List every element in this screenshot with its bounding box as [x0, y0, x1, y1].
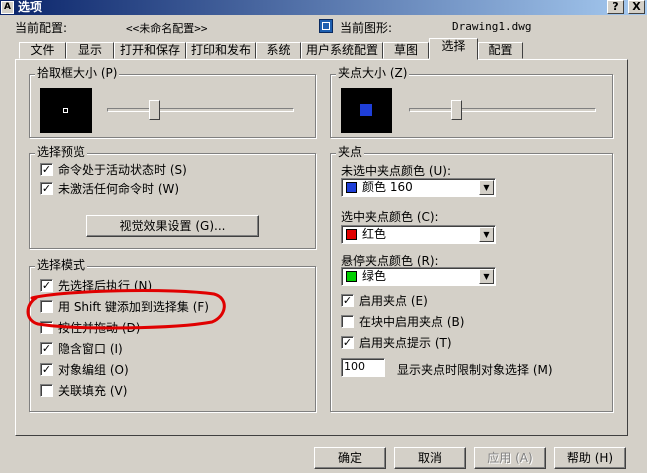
pickbox-label: 拾取框大小 (P)	[35, 66, 120, 80]
selected-grip-color-combo[interactable]: 红色 ▼	[341, 225, 496, 244]
pickbox-slider-thumb[interactable]	[148, 100, 160, 120]
grip-preview-square	[360, 104, 372, 116]
tab-system[interactable]: 系统	[256, 42, 301, 59]
check-icon: ✓	[342, 336, 353, 349]
chevron-down-icon[interactable]: ▼	[479, 269, 494, 284]
pickbox-square	[63, 108, 68, 113]
object-grouping-label: 对象编组 (O)	[58, 363, 129, 377]
associative-hatch-checkbox[interactable]	[40, 384, 53, 397]
color-swatch	[346, 182, 357, 193]
check-icon: ✓	[41, 163, 52, 176]
implied-window-label: 隐含窗口 (I)	[58, 342, 123, 356]
close-button[interactable]: X	[628, 0, 645, 14]
tab-user-preferences[interactable]: 用户系统配置	[301, 42, 383, 59]
enable-grips-label: 启用夹点 (E)	[359, 294, 428, 308]
tab-plot-publish[interactable]: 打印和发布	[186, 42, 256, 59]
tab-display[interactable]: 显示	[66, 42, 114, 59]
selected-grip-color-label: 选中夹点颜色 (C):	[341, 210, 439, 224]
cancel-button[interactable]: 取消	[394, 447, 466, 469]
check-icon: ✓	[41, 363, 52, 376]
pickbox-preview	[40, 88, 92, 133]
implied-window-checkbox[interactable]: ✓	[40, 342, 53, 355]
app-icon: A	[1, 1, 14, 14]
tab-files[interactable]: 文件	[19, 42, 66, 59]
annotation-ellipse	[26, 289, 226, 330]
selection-preview-label: 选择预览	[35, 145, 88, 159]
help-title-button[interactable]: ?	[607, 0, 624, 14]
selected-grip-color-value: 红色	[362, 227, 387, 241]
tab-selection[interactable]: 选择	[429, 38, 478, 60]
chevron-down-icon[interactable]: ▼	[479, 227, 494, 242]
check-icon: ✓	[41, 342, 52, 355]
ok-button[interactable]: 确定	[314, 447, 386, 469]
drawing-icon	[319, 19, 333, 33]
chevron-down-icon[interactable]: ▼	[479, 180, 494, 195]
apply-button[interactable]: 应用 (A)	[474, 447, 546, 469]
unselected-grip-color-value: 颜色 160	[362, 180, 413, 194]
unselected-grip-color-combo[interactable]: 颜色 160 ▼	[341, 178, 496, 197]
title-bar: A 选项 ? X	[0, 0, 647, 15]
grip-preview	[341, 88, 392, 133]
grip-slider-thumb[interactable]	[450, 100, 462, 120]
selection-mode-label: 选择模式	[35, 258, 88, 272]
current-drawing-label: 当前图形:	[340, 21, 393, 35]
grips-in-blocks-label: 在块中启用夹点 (B)	[359, 315, 465, 329]
check-icon: ✓	[41, 182, 52, 195]
no-command-label: 未激活任何命令时 (W)	[58, 182, 180, 196]
help-button[interactable]: 帮助 (H)	[554, 447, 626, 469]
visual-effects-button[interactable]: 视觉效果设置 (G)...	[86, 215, 259, 237]
associative-hatch-label: 关联填充 (V)	[58, 384, 128, 398]
color-swatch	[346, 271, 357, 282]
pickbox-slider-track	[107, 108, 294, 112]
grip-limit-label: 显示夹点时限制对象选择 (M)	[397, 363, 553, 377]
grip-size-label: 夹点大小 (Z)	[336, 66, 410, 80]
active-command-label: 命令处于活动状态时 (S)	[58, 163, 187, 177]
hover-grip-color-combo[interactable]: 绿色 ▼	[341, 267, 496, 286]
current-drawing-value: Drawing1.dwg	[452, 20, 532, 33]
hover-grip-color-value: 绿色	[362, 269, 387, 283]
grips-in-blocks-checkbox[interactable]	[341, 315, 354, 328]
grip-tips-checkbox[interactable]: ✓	[341, 336, 354, 349]
tab-open-save[interactable]: 打开和保存	[114, 42, 186, 59]
active-command-checkbox[interactable]: ✓	[40, 163, 53, 176]
enable-grips-checkbox[interactable]: ✓	[341, 294, 354, 307]
check-icon: ✓	[342, 294, 353, 307]
unselected-grip-color-label: 未选中夹点颜色 (U):	[341, 164, 452, 178]
grips-label: 夹点	[336, 145, 365, 159]
current-profile-value: <<未命名配置>>	[126, 22, 208, 35]
window-title: 选项	[18, 0, 43, 14]
color-swatch	[346, 229, 357, 240]
grip-limit-input[interactable]: 100	[341, 358, 385, 377]
object-grouping-checkbox[interactable]: ✓	[40, 363, 53, 376]
current-profile-label: 当前配置:	[15, 21, 68, 35]
no-command-checkbox[interactable]: ✓	[40, 182, 53, 195]
grip-slider-track	[409, 108, 596, 112]
grip-tips-label: 启用夹点提示 (T)	[359, 336, 452, 350]
tab-drafting[interactable]: 草图	[383, 42, 429, 59]
tab-profiles[interactable]: 配置	[478, 42, 523, 59]
